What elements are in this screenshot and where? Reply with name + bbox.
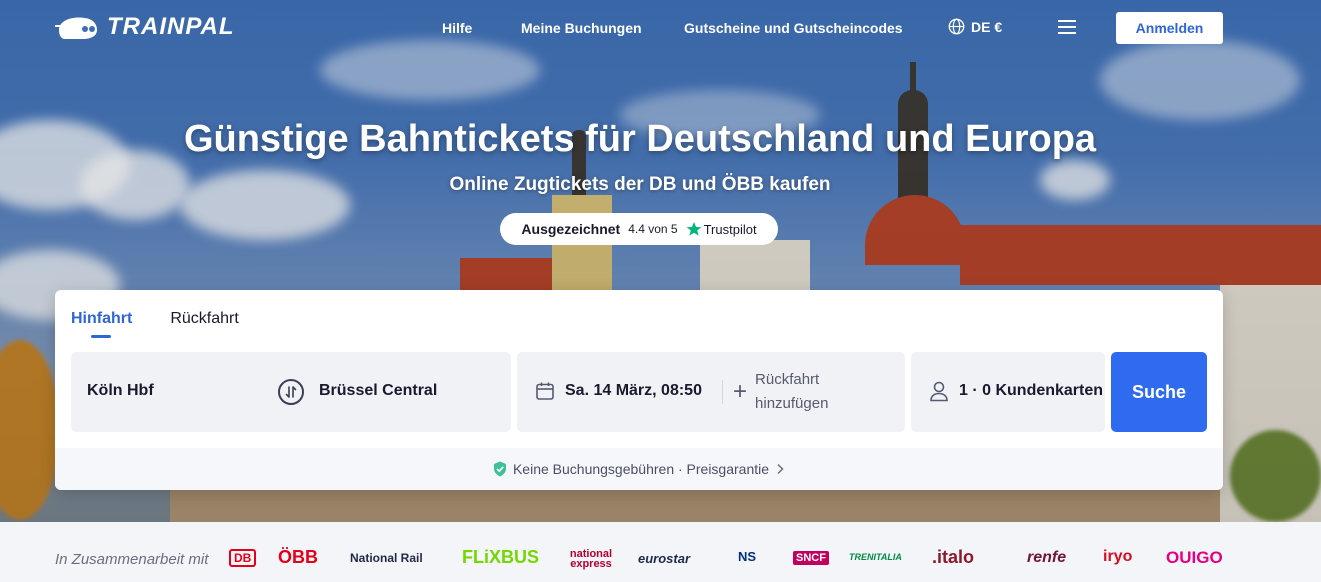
tab-return[interactable]: Rückfahrt bbox=[170, 310, 238, 328]
partner-logo-iryo: iryo bbox=[1103, 548, 1133, 565]
nav-help-link[interactable]: Hilfe bbox=[442, 20, 472, 36]
hero-title: Günstige Bahntickets für Deutschland und… bbox=[183, 118, 1097, 160]
departure-date-input[interactable]: Sa. 14 März, 08:50 bbox=[565, 382, 702, 400]
origin-station-input[interactable]: Köln Hbf bbox=[87, 382, 154, 400]
language-currency-selector[interactable]: DE € bbox=[948, 18, 1002, 35]
partner-logo-flixbus: FLiXBUS bbox=[462, 547, 540, 567]
trust-rating-word: Ausgezeichnet bbox=[521, 221, 621, 237]
partner-logo-db: DB bbox=[229, 549, 257, 567]
hero-subtitle: Online Zugtickets der DB und ÖBB kaufen bbox=[449, 174, 831, 195]
date-field: Sa. 14 März, 08:50 + Rückfahrt hinzufüge… bbox=[517, 352, 905, 432]
partners-label: In Zusammenarbeit mit bbox=[55, 551, 209, 568]
partner-logo-italo: .italo bbox=[932, 547, 975, 567]
partners-strip: In Zusammenarbeit mit DB ÖBB National Ra… bbox=[0, 522, 1321, 582]
partner-logo-trenitalia: TRENITALIA bbox=[849, 552, 902, 562]
passenger-field[interactable]: 1 · 0 Kundenkarten bbox=[911, 352, 1105, 432]
star-icon bbox=[686, 222, 701, 236]
tab-one-way[interactable]: Hinfahrt bbox=[71, 310, 132, 338]
brand-name: TRAINPAL bbox=[107, 13, 235, 40]
partner-logo-ouigo: OUIGO bbox=[1166, 548, 1223, 567]
person-icon bbox=[930, 381, 948, 402]
partner-logo-national-express: national express bbox=[569, 548, 613, 570]
globe-icon bbox=[948, 18, 965, 35]
search-card: Hinfahrt Rückfahrt Köln Hbf Brüssel Cent… bbox=[55, 290, 1223, 490]
trustpilot-brand: Trustpilot bbox=[686, 221, 757, 237]
passenger-count: 1 · 0 Kundenkarten bbox=[959, 382, 1104, 399]
menu-icon[interactable] bbox=[1058, 20, 1076, 36]
partner-logo-eurostar: eurostar bbox=[638, 551, 691, 566]
add-return-label: Rückfahrt hinzufügen bbox=[755, 371, 829, 412]
plus-icon: + bbox=[733, 378, 748, 405]
partner-logo-obb: ÖBB bbox=[278, 547, 318, 567]
chevron-right-icon bbox=[777, 463, 784, 475]
price-guarantee-link[interactable]: Keine Buchungsgebühren · Preisgarantie bbox=[55, 448, 1223, 490]
partner-logo-national-rail: National Rail bbox=[350, 551, 423, 565]
route-field: Köln Hbf Brüssel Central bbox=[71, 352, 511, 432]
login-button[interactable]: Anmelden bbox=[1116, 12, 1223, 44]
partner-logo-ns: NS bbox=[738, 549, 757, 564]
add-return-button[interactable]: + Rückfahrt hinzufügen bbox=[733, 368, 865, 416]
swap-stations-button[interactable] bbox=[278, 379, 304, 405]
date-divider bbox=[722, 380, 723, 404]
trust-score: 4.4 von 5 bbox=[628, 222, 678, 236]
nav-bookings-link[interactable]: Meine Buchungen bbox=[521, 20, 642, 36]
swap-icon bbox=[285, 386, 297, 398]
language-label: DE € bbox=[971, 18, 1003, 35]
price-guarantee-text: Keine Buchungsgebühren · Preisgarantie bbox=[512, 461, 770, 477]
shield-check-icon bbox=[493, 461, 506, 477]
logo-train-icon bbox=[55, 17, 97, 39]
nav-vouchers-link[interactable]: Gutscheine und Gutscheincodes bbox=[684, 20, 903, 36]
partner-logo-renfe: renfe bbox=[1027, 549, 1067, 566]
partner-logo-sncf: SNCF bbox=[793, 551, 829, 565]
destination-station-input[interactable]: Brüssel Central bbox=[319, 382, 437, 400]
trustpilot-label: Trustpilot bbox=[703, 221, 757, 237]
brand-logo[interactable]: TRAINPAL bbox=[55, 12, 235, 42]
top-nav-bar: TRAINPAL Hilfe Meine Buchungen Gutschein… bbox=[0, 0, 1321, 56]
trustpilot-badge[interactable]: Ausgezeichnet 4.4 von 5 Trustpilot bbox=[500, 213, 778, 245]
trip-type-tabs: Hinfahrt Rückfahrt bbox=[71, 310, 239, 338]
search-button[interactable]: Suche bbox=[1111, 352, 1207, 432]
calendar-icon bbox=[536, 382, 554, 400]
